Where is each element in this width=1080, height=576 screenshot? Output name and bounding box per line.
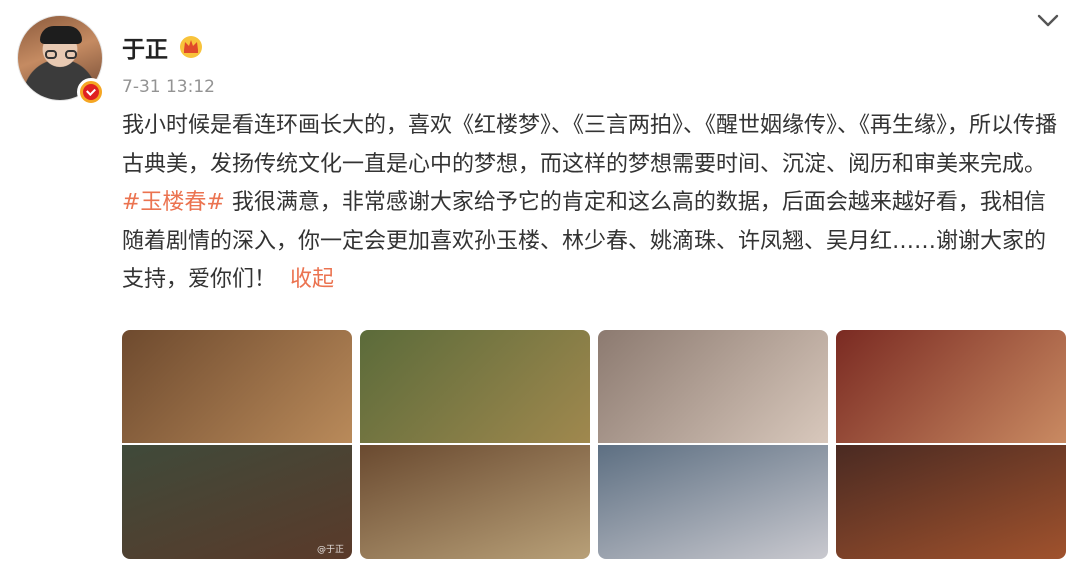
verified-badge-icon: [77, 78, 105, 106]
photo-2-top: [360, 330, 590, 443]
post-text: 我小时候是看连环画长大的，喜欢《红楼梦》、《三言两拍》、《醒世姻缘传》、《再生缘…: [122, 107, 1062, 300]
avatar-hair: [40, 26, 82, 44]
chevron-down-icon[interactable]: [1036, 12, 1060, 30]
crown-icon: [180, 36, 202, 58]
photo-2[interactable]: [360, 330, 590, 559]
avatar-glasses: [45, 50, 77, 60]
post-timestamp: 7-31 13:12: [122, 77, 215, 97]
user-name[interactable]: 于正: [122, 30, 168, 64]
photo-4[interactable]: [836, 330, 1066, 559]
post-text-part-1: 我小时候是看连环画长大的，喜欢《红楼梦》、《三言两拍》、《醒世姻缘传》、《再生缘…: [122, 113, 1058, 177]
post-text-part-2: 我很满意，非常感谢大家给予它的肯定和这么高的数据，后面会越来越好看，我相信随着剧…: [122, 190, 1047, 292]
photo-4-top: [836, 330, 1066, 443]
hashtag-link[interactable]: #玉楼春#: [122, 190, 225, 215]
photo-3-top: [598, 330, 828, 443]
photo-1-top: [122, 330, 352, 443]
photo-3[interactable]: [598, 330, 828, 559]
photo-4-bottom: [836, 445, 1066, 559]
photo-1[interactable]: @于正: [122, 330, 352, 559]
collapse-link[interactable]: 收起: [290, 267, 334, 292]
photo-3-bottom: [598, 445, 828, 559]
photo-2-bottom: [360, 445, 590, 559]
photo-watermark: @于正: [316, 545, 344, 555]
